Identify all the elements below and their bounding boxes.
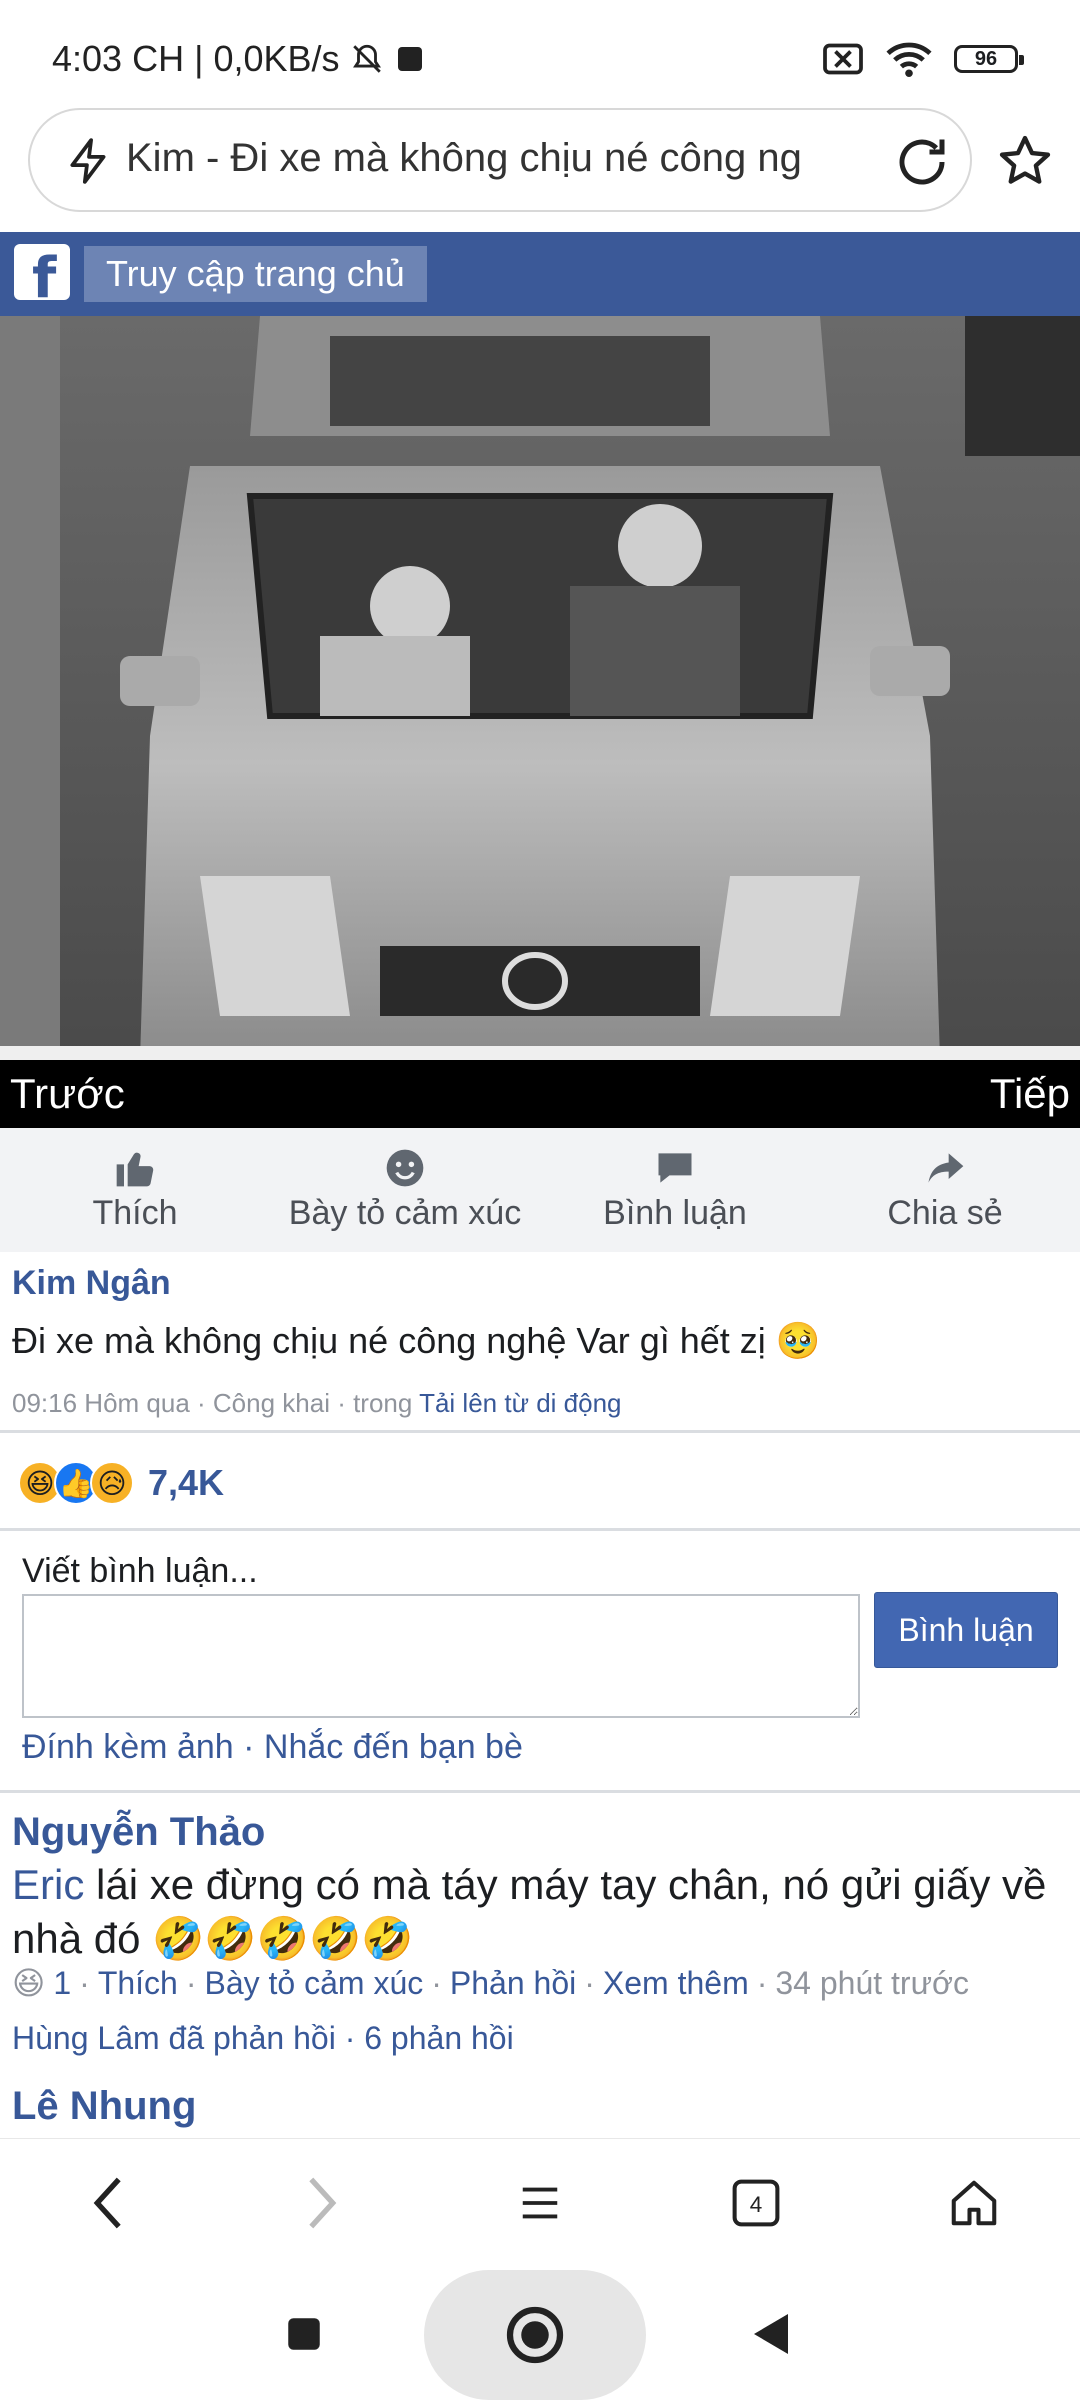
comment-reaction-emoji: 😆 — [12, 1965, 46, 2001]
post-photo[interactable] — [0, 316, 1080, 1060]
no-sim-icon — [823, 43, 863, 75]
action-bar: Thích Bày tỏ cảm xúc Bình luận Chia sẻ — [0, 1128, 1080, 1252]
comment-input[interactable] — [22, 1594, 860, 1718]
comment-like-link[interactable]: Thích — [98, 1965, 178, 2002]
network-speed: 0,0KB/s — [213, 38, 340, 79]
address-bar[interactable]: Kim - Đi xe mà không chịu né công ng — [28, 108, 972, 212]
reload-icon[interactable] — [892, 132, 952, 192]
lightning-icon[interactable] — [64, 134, 114, 188]
home-link[interactable]: Truy cập trang chủ — [84, 246, 427, 302]
forward-button[interactable] — [292, 2173, 352, 2233]
pleading-face-emoji: 🥹 — [775, 1320, 821, 1361]
comment-icon — [658, 1153, 692, 1183]
square-icon — [288, 2318, 320, 2350]
like-button[interactable]: Thích — [0, 1128, 270, 1252]
comment-button[interactable]: Bình luận — [540, 1128, 810, 1252]
url-text[interactable]: Kim - Đi xe mà không chịu né công ng — [126, 136, 886, 181]
divider — [0, 1528, 1080, 1531]
divider — [0, 1790, 1080, 1793]
react-button[interactable]: Bày tỏ cảm xúc — [270, 1128, 540, 1252]
facebook-logo-icon[interactable]: f — [14, 244, 70, 311]
comment-reply-link[interactable]: Phản hồi — [450, 1965, 576, 2002]
comment-reaction-count[interactable]: 1 — [53, 1965, 71, 2002]
comment-meta: 😆 1 · Thích · Bày tỏ cảm xúc · Phản hồi … — [12, 1964, 969, 2002]
previous-photo-link[interactable]: Trước — [10, 1070, 125, 1118]
home-button[interactable] — [944, 2173, 1004, 2233]
menu-button[interactable] — [510, 2173, 570, 2233]
reaction-summary[interactable]: 😆 👍 😥 7,4K — [18, 1456, 224, 1510]
tab-count: 4 — [750, 2192, 763, 2217]
comment-time: 34 phút trước — [775, 1964, 969, 2001]
comment-author[interactable]: Nguyễn Thảo — [12, 1810, 265, 1855]
triangle-back-icon — [754, 2314, 788, 2354]
post-meta-text: 09:16 Hôm qua · Công khai · trong — [12, 1388, 420, 1418]
browser-toolbar: 4 — [0, 2138, 1080, 2268]
status-right: 96 — [822, 40, 1024, 78]
chevron-left-icon — [93, 2177, 121, 2229]
home-icon — [951, 2180, 997, 2226]
submit-comment-button[interactable]: Bình luận — [874, 1592, 1058, 1668]
sad-reaction-icon: 😥 — [90, 1461, 134, 1505]
rofl-emojis: 🤣🤣🤣🤣🤣 — [152, 1915, 414, 1962]
bookmark-star-icon[interactable] — [996, 132, 1054, 190]
comment-attach-links[interactable]: Đính kèm ảnh · Nhắc đến bạn bè — [22, 1728, 523, 1767]
post-meta: 09:16 Hôm qua · Công khai · trong Tải lê… — [12, 1388, 622, 1419]
back-button[interactable] — [78, 2173, 138, 2233]
comment-author[interactable]: Lê Nhung — [12, 2084, 196, 2129]
home-pill[interactable] — [424, 2270, 646, 2400]
circle-home-icon — [506, 2306, 564, 2364]
photo-image — [0, 316, 1080, 1060]
share-icon — [928, 1153, 964, 1183]
status-time: 4:03 CH — [52, 38, 185, 79]
share-button[interactable]: Chia sẻ — [810, 1128, 1080, 1252]
comment-label: Viết bình luận... — [22, 1552, 258, 1590]
comment-replies-link[interactable]: Hùng Lâm đã phản hồi · 6 phản hồi — [12, 2020, 514, 2057]
stop-icon — [397, 47, 422, 71]
reaction-count[interactable]: 7,4K — [148, 1462, 224, 1504]
album-link[interactable]: Tải lên từ di động — [419, 1388, 621, 1418]
comment-more-link[interactable]: Xem thêm — [603, 1965, 749, 2002]
menu-icon — [522, 2187, 558, 2219]
browser-address-row: Kim - Đi xe mà không chịu né công ng — [0, 108, 1080, 228]
wifi-icon — [886, 42, 932, 78]
comment-mention[interactable]: Eric — [12, 1861, 84, 1908]
bell-off-icon — [352, 44, 381, 73]
status-left: 4:03 CH | 0,0KB/s — [52, 38, 426, 80]
fb-header: f Truy cập trang chủ — [0, 232, 1080, 316]
smiley-icon — [386, 1149, 424, 1187]
post-author[interactable]: Kim Ngân — [12, 1264, 171, 1303]
comment-react-link[interactable]: Bày tỏ cảm xúc — [205, 1965, 424, 2002]
battery-indicator: 96 — [954, 45, 1024, 73]
post-text-body: Đi xe mà không chịu né công nghệ Var gì … — [12, 1320, 766, 1361]
tabs-icon: 4 — [732, 2179, 780, 2227]
status-bar: 4:03 CH | 0,0KB/s 96 — [0, 0, 1080, 112]
comment-text: Eric lái xe đừng có mà táy máy tay chân,… — [12, 1858, 1062, 1966]
chevron-right-icon — [309, 2177, 337, 2229]
system-back-button[interactable] — [740, 2304, 800, 2364]
post-text: Đi xe mà không chịu né công nghệ Var gì … — [12, 1320, 821, 1362]
photo-navigation: Trước Tiếp — [0, 1060, 1080, 1128]
thumbs-up-icon — [116, 1152, 154, 1187]
next-photo-link[interactable]: Tiếp — [990, 1070, 1070, 1118]
tabs-button[interactable]: 4 — [726, 2173, 786, 2233]
recent-apps-button[interactable] — [274, 2304, 334, 2364]
divider — [0, 1430, 1080, 1433]
android-navigation-bar — [0, 2268, 1080, 2400]
